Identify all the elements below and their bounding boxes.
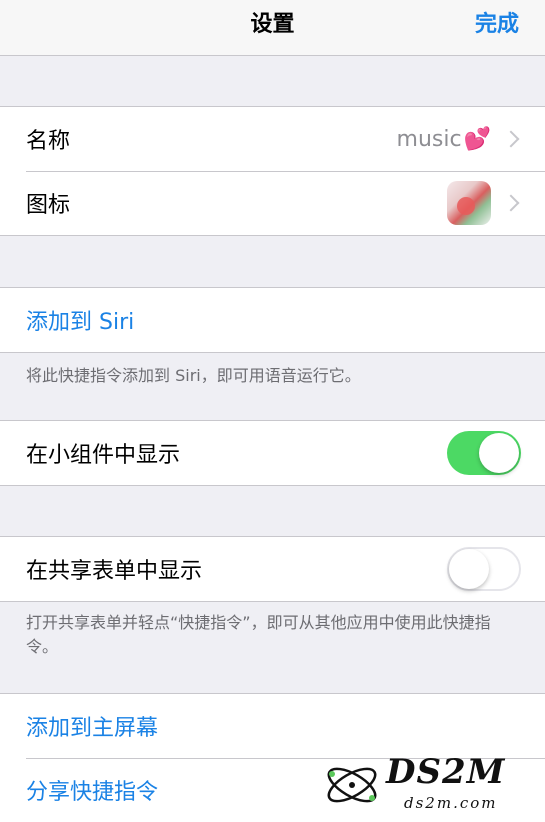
add-to-siri-button[interactable]: 添加到 Siri [26,304,521,336]
add-to-home-screen-button[interactable]: 添加到主屏幕 [26,710,521,742]
watermark-url: ds2m.com [404,794,498,812]
widget-group: 在小组件中显示 [0,420,545,486]
share-sheet-group: 在共享表单中显示 [0,536,545,602]
chevron-right-icon [502,130,520,148]
widget-label: 在小组件中显示 [26,443,181,468]
siri-group: 添加到 Siri [0,287,545,353]
page-title: 设置 [250,12,295,37]
heart-emoji: 💕 [463,126,491,152]
watermark-logo: DS2M ds2m.com [322,752,532,818]
toggle-knob [479,433,519,473]
share-sheet-footnote: 打开共享表单并轻点“快捷指令”，即可从其他应用中使用此快捷指令。 [26,613,491,656]
navigation-bar: 设置 完成 [0,0,545,56]
widget-toggle[interactable] [447,431,521,475]
share-sheet-label: 在共享表单中显示 [26,559,203,584]
done-button[interactable]: 完成 [475,0,519,56]
share-sheet-toggle[interactable] [447,547,521,591]
icon-row[interactable]: 图标 [0,171,545,235]
share-sheet-row: 在共享表单中显示 [0,537,545,601]
name-row[interactable]: 名称 music💕 [0,107,545,171]
home-screen-row[interactable]: 添加到主屏幕 [0,694,545,758]
watermark-text: DS2M [386,752,506,792]
name-label: 名称 [26,129,71,154]
name-value: music💕 [396,126,491,152]
shortcut-icon-thumbnail [447,181,491,225]
icon-label: 图标 [26,193,71,218]
widget-row: 在小组件中显示 [0,421,545,485]
name-icon-group: 名称 music💕 图标 [0,106,545,236]
chevron-right-icon [502,194,520,212]
atom-logo-icon [327,767,377,803]
add-to-siri-row[interactable]: 添加到 Siri [0,288,545,352]
toggle-knob [449,549,489,589]
siri-footnote: 将此快捷指令添加到 Siri，即可用语音运行它。 [26,366,361,385]
